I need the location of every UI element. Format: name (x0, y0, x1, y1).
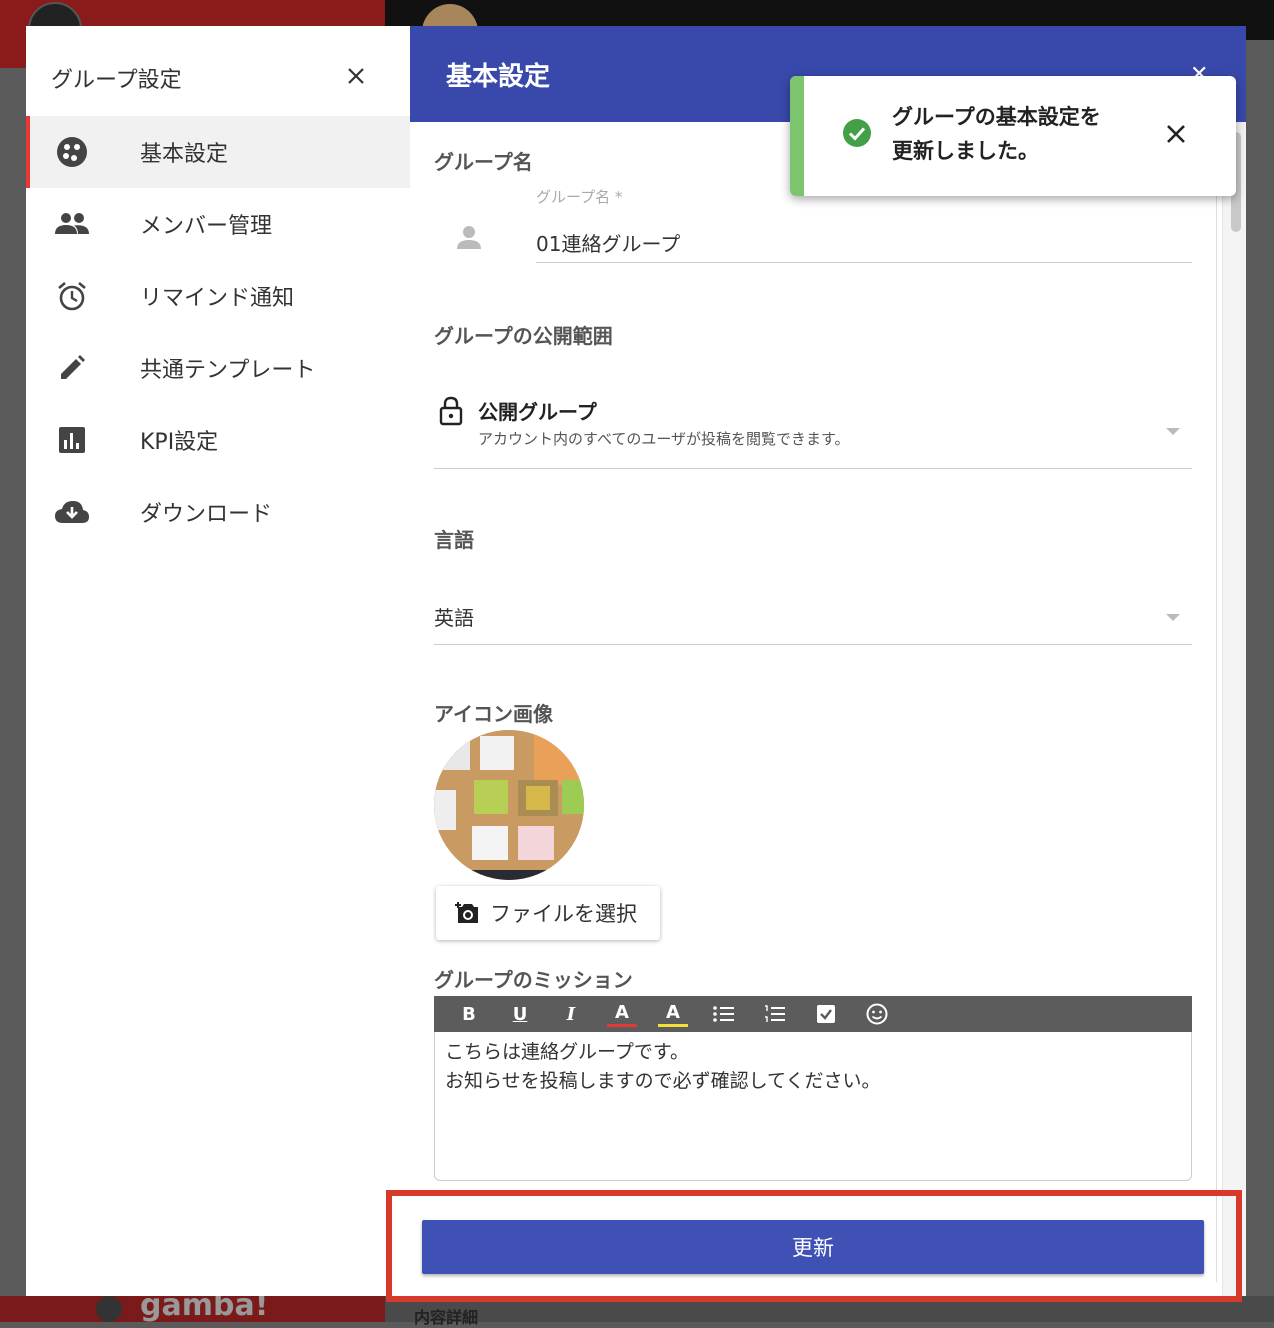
sidebar-item-remind-notification[interactable]: リマインド通知 (26, 260, 410, 332)
settings-sidebar: グループ設定 基本設定 メンバー管理 リマインド通知 共通テンプレート KPI設… (26, 26, 411, 1296)
sidebar-item-label: KPI設定 (140, 430, 219, 455)
settings-main-panel: 基本設定 ✕ グループ名 グループ名 * グループの公開範囲 公開グループ アカ… (410, 26, 1246, 1296)
language-section-label: 言語 (434, 528, 474, 552)
sidebar-item-kpi-settings[interactable]: KPI設定 (26, 404, 410, 476)
group-name-field-label: グループ名 * (536, 188, 623, 206)
font-color-button[interactable]: A (607, 1000, 637, 1027)
sidebar-item-basic-settings[interactable]: 基本設定 (26, 116, 410, 188)
lock-icon (439, 396, 463, 426)
choose-file-button[interactable]: ファイルを選択 (436, 886, 660, 940)
chevron-down-icon (1166, 428, 1180, 435)
editor-toolbar: B U I A A (434, 996, 1192, 1032)
content-divider (1216, 122, 1217, 1282)
mission-line: こちらは連絡グループです。 (445, 1041, 689, 1063)
toast-accent-bar (790, 76, 804, 196)
check-circle-icon (843, 119, 871, 147)
underline-button[interactable]: U (505, 1000, 535, 1028)
mission-editor[interactable]: こちらは連絡グループです。 お知らせを投稿しますので必ず確認してください。 (434, 1032, 1192, 1181)
bar-chart-icon (54, 422, 90, 458)
alarm-icon (54, 278, 90, 314)
sidebar-header: グループ設定 (26, 26, 410, 116)
sidebar-item-label: リマインド通知 (140, 286, 295, 311)
group-icon-image (434, 730, 584, 880)
toast-message: グループの基本設定を 更新しました。 (892, 100, 1132, 168)
success-toast: グループの基本設定を 更新しました。 (790, 76, 1236, 196)
sidebar-item-label: ダウンロード (140, 502, 273, 527)
checkbox-icon[interactable] (811, 1000, 841, 1028)
scope-select[interactable]: 公開グループ アカウント内のすべてのユーザが投稿を閲覧できます。 (434, 386, 1192, 469)
language-selected-value: 英語 (434, 606, 474, 630)
sidebar-title: グループ設定 (51, 68, 182, 93)
close-icon[interactable] (1164, 122, 1188, 146)
sidebar-item-member-management[interactable]: メンバー管理 (26, 188, 410, 260)
scope-section-label: グループの公開範囲 (434, 324, 613, 348)
mission-line: お知らせを投稿しますので必ず確認してください。 (445, 1070, 881, 1092)
close-icon[interactable] (344, 64, 368, 88)
cloud-download-icon (54, 494, 90, 530)
sidebar-item-label: 共通テンプレート (140, 358, 316, 383)
language-select[interactable]: 英語 (434, 586, 1192, 645)
add-photo-icon (455, 902, 478, 923)
brand-logo-icon (96, 1296, 122, 1322)
bullet-list-icon[interactable] (709, 1000, 739, 1028)
update-button[interactable]: 更新 (422, 1220, 1204, 1274)
emoji-icon[interactable] (862, 1000, 892, 1028)
scrollbar[interactable] (1222, 122, 1246, 1296)
bold-button[interactable]: B (454, 1000, 484, 1028)
person-icon (457, 226, 481, 249)
toast-message-line: 更新しました。 (892, 139, 1039, 163)
sidebar-item-label: メンバー管理 (140, 214, 273, 239)
group-name-input[interactable] (536, 222, 1192, 263)
numbered-list-icon[interactable] (760, 1000, 790, 1028)
background-detail-heading: 内容詳細 (414, 1308, 479, 1327)
sidebar-item-common-template[interactable]: 共通テンプレート (26, 332, 410, 404)
people-icon (54, 206, 90, 242)
scope-selected-title: 公開グループ (478, 400, 597, 424)
choose-file-label: ファイルを選択 (490, 902, 637, 926)
group-name-section-label: グループ名 (434, 150, 533, 174)
sidebar-item-label: 基本設定 (140, 142, 229, 167)
pencil-icon (54, 350, 90, 386)
palette-icon (54, 134, 90, 170)
sidebar-item-download[interactable]: ダウンロード (26, 476, 410, 548)
italic-button[interactable]: I (556, 1000, 586, 1028)
page-title: 基本設定 (446, 62, 551, 92)
highlight-button[interactable]: A (658, 1000, 688, 1027)
scope-selected-description: アカウント内のすべてのユーザが投稿を閲覧できます。 (478, 430, 850, 448)
mission-section-label: グループのミッション (434, 968, 633, 992)
toast-message-line: グループの基本設定を (892, 105, 1101, 129)
icon-image-section-label: アイコン画像 (434, 702, 553, 726)
group-settings-modal: グループ設定 基本設定 メンバー管理 リマインド通知 共通テンプレート KPI設… (26, 26, 1246, 1296)
chevron-down-icon (1166, 614, 1180, 621)
